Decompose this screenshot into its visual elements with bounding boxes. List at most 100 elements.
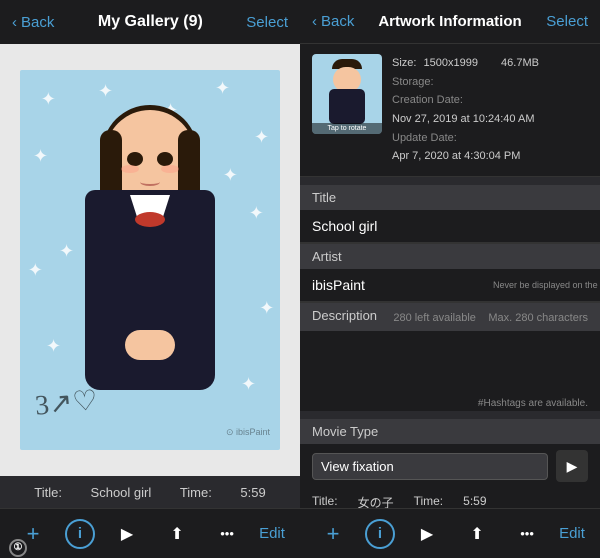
play-button[interactable]: ▶	[109, 516, 145, 552]
char-body	[85, 190, 215, 390]
right-back-label: Back	[321, 13, 354, 30]
share-icon: ⬆	[170, 524, 183, 544]
left-chevron-icon: ‹	[12, 14, 17, 31]
storage-row: Storage:	[392, 73, 588, 92]
star-decoration: ✦	[259, 298, 274, 319]
update-label: Update Date:	[392, 132, 457, 144]
anime-background: ✦ ✦ ✦ ✦ ✦ ✦ ✦ ✦ ✦ ✦ ✦ ✦ ✦	[20, 70, 280, 450]
right-more-button[interactable]: •••	[509, 516, 545, 552]
size-value: 1500x1999	[424, 57, 478, 69]
desc-header: Description 280 left available Max. 280 …	[300, 303, 600, 331]
right-share-icon: ⬆	[470, 524, 483, 544]
info-button[interactable]: i	[65, 519, 95, 549]
size-row: Size: 1500x1999 46.7MB	[392, 54, 588, 73]
plus-icon: +	[27, 521, 40, 547]
artist-form-label: Artist	[300, 244, 600, 269]
star-decoration: ✦	[28, 260, 43, 281]
left-info-bar: Title: School girl Time: 5:59	[0, 476, 300, 508]
title-input[interactable]	[312, 210, 588, 242]
star-decoration: ✦	[254, 127, 269, 148]
right-select-button[interactable]: Select	[546, 13, 588, 30]
creation-label-row: Creation Date:	[392, 91, 588, 110]
right-info-button[interactable]: i	[365, 519, 395, 549]
storage-label: Storage:	[392, 76, 434, 88]
movie-section: Movie Type View fixation Full canvas Tim…	[300, 419, 600, 488]
artwork-thumbnail[interactable]: Tap to rotate	[312, 54, 382, 134]
right-panel: ‹ Back Artwork Information Select Tap to…	[300, 0, 600, 558]
info-icon: i	[78, 525, 82, 542]
movie-type-select[interactable]: View fixation Full canvas Timelapse	[312, 453, 548, 480]
tap-rotate-label[interactable]: Tap to rotate	[312, 123, 382, 134]
update-value: Apr 7, 2020 at 4:30:04 PM	[392, 150, 520, 162]
desc-max: Max. 280 characters	[488, 312, 588, 324]
movie-play-button[interactable]: ▶	[556, 450, 588, 482]
update-label-row: Update Date:	[392, 129, 588, 148]
more-icon: •••	[220, 526, 234, 541]
artist-section: Artist Never be displayed on the web.	[300, 243, 600, 302]
share-button[interactable]: ⬆	[159, 516, 195, 552]
char-bow	[135, 212, 165, 227]
right-info-icon: i	[378, 525, 382, 542]
right-play-button[interactable]: ▶	[409, 516, 445, 552]
left-artwork-area: ✦ ✦ ✦ ✦ ✦ ✦ ✦ ✦ ✦ ✦ ✦ ✦ ✦	[0, 44, 300, 476]
bottom-time-label: Time:	[414, 494, 444, 508]
left-back-label: Back	[21, 14, 54, 31]
desc-count: 280 left available	[393, 312, 476, 324]
title-form-label: Title	[300, 185, 600, 210]
right-panel-title: Artwork Information	[378, 13, 521, 30]
edit-label: Edit	[259, 525, 285, 542]
left-select-button[interactable]: Select	[246, 14, 288, 31]
right-back-button[interactable]: ‹ Back	[312, 13, 354, 30]
hashtag-hint: #Hashtags are available.	[300, 396, 600, 411]
description-label: Description	[312, 308, 377, 326]
left-toolbar: + ① i ▶ ⬆ ••• Edit	[0, 508, 300, 558]
bottom-title-label: Title:	[312, 494, 338, 508]
creation-value: Nov 27, 2019 at 10:24:40 AM	[392, 113, 535, 125]
number-badge-1: ①	[9, 539, 27, 557]
description-textarea[interactable]	[300, 331, 600, 391]
star-decoration: ✦	[249, 203, 264, 224]
artist-input[interactable]	[312, 269, 493, 301]
character-art	[60, 110, 240, 430]
creation-value-row: Nov 27, 2019 at 10:24:40 AM	[392, 110, 588, 129]
left-header: ‹ Back My Gallery (9) Select	[0, 0, 300, 44]
bottom-title-value: 女の子	[358, 494, 394, 508]
left-back-button[interactable]: ‹ Back	[12, 14, 54, 31]
artist-hint: Never be displayed on the web.	[493, 280, 600, 290]
star-decoration: ✦	[33, 146, 48, 167]
movie-type-label: Movie Type	[300, 419, 600, 444]
right-share-button[interactable]: ⬆	[459, 516, 495, 552]
right-chevron-icon: ‹	[312, 13, 317, 30]
artwork-canvas[interactable]: ✦ ✦ ✦ ✦ ✦ ✦ ✦ ✦ ✦ ✦ ✦ ✦ ✦	[20, 70, 280, 450]
right-edit-label: Edit	[559, 525, 585, 542]
right-more-icon: •••	[520, 526, 534, 541]
thumb-character	[327, 59, 367, 119]
artwork-info-section: Tap to rotate Size: 1500x1999 46.7MB Sto…	[300, 44, 600, 177]
description-section: Description 280 left available Max. 280 …	[300, 302, 600, 411]
creation-label: Creation Date:	[392, 94, 463, 106]
right-edit-button[interactable]: Edit	[559, 525, 585, 542]
left-time-value: 5:59	[240, 485, 265, 500]
right-plus-icon: +	[327, 521, 340, 547]
star-decoration: ✦	[41, 89, 56, 110]
play-icon: ▶	[121, 524, 133, 544]
star-decoration: ✦	[241, 374, 256, 395]
more-button[interactable]: •••	[209, 516, 245, 552]
star-decoration: ✦	[46, 336, 61, 357]
right-toolbar: + i ▶ ⬆ ••• Edit	[300, 508, 600, 558]
left-title-label: Title:	[34, 485, 62, 500]
left-panel: ‹ Back My Gallery (9) Select ✦ ✦ ✦ ✦ ✦ ✦…	[0, 0, 300, 558]
star-decoration: ✦	[215, 78, 230, 99]
add-button[interactable]: + ①	[15, 516, 51, 552]
edit-button[interactable]: Edit	[259, 525, 285, 542]
ibispaint-watermark: ⊙ ibisPaint	[226, 427, 270, 438]
left-title-value: School girl	[91, 485, 152, 500]
right-add-button[interactable]: +	[315, 516, 351, 552]
signature: 3↗♡	[34, 383, 99, 422]
right-header: ‹ Back Artwork Information Select	[300, 0, 600, 44]
movie-select-row: View fixation Full canvas Timelapse ▶	[300, 444, 600, 488]
artwork-details: Size: 1500x1999 46.7MB Storage: Creation…	[392, 54, 588, 166]
size-label: Size:	[392, 57, 416, 69]
right-content-area: Tap to rotate Size: 1500x1999 46.7MB Sto…	[300, 44, 600, 508]
movie-play-icon: ▶	[567, 458, 578, 475]
